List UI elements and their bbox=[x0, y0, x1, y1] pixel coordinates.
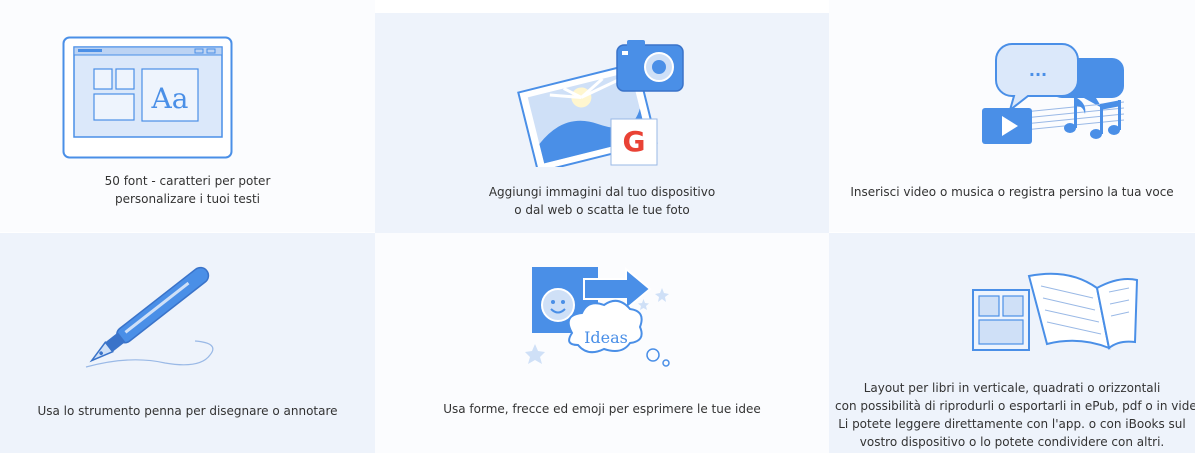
feature-caption: 50 font - caratteri per poter personaliz… bbox=[0, 172, 375, 208]
feature-caption: Usa forme, frecce ed emoji per esprimere… bbox=[375, 400, 829, 418]
feature-caption: Inserisci video o musica o registra pers… bbox=[829, 183, 1195, 201]
caption-line: 50 font - caratteri per poter bbox=[104, 174, 271, 188]
ideas-text: Ideas bbox=[584, 328, 628, 347]
caption-line: Usa lo strumento penna per disegnare o a… bbox=[37, 404, 338, 418]
caption-line: personalizare i tuoi testi bbox=[114, 192, 260, 206]
video-music-chat-icon: ... bbox=[974, 40, 1134, 155]
chat-ellipsis: ... bbox=[1029, 61, 1047, 80]
book-layout-icon bbox=[969, 268, 1139, 368]
caption-line: o dal web o scatta le tue foto bbox=[514, 203, 690, 217]
caption-line: Layout per libri in verticale, quadrati … bbox=[863, 381, 1161, 395]
google-logo-text: G bbox=[623, 125, 646, 158]
feature-tile-fonts: Aa 50 font - caratteri per poter persona… bbox=[0, 0, 375, 232]
feature-tile-shapes: Ideas Usa forme, frecce ed emoji per esp… bbox=[375, 233, 829, 453]
shapes-arrows-emoji-icon: Ideas bbox=[520, 263, 680, 373]
caption-line: Aggiungi immagini dal tuo dispositivo bbox=[488, 185, 716, 199]
feature-tile-books: Layout per libri in verticale, quadrati … bbox=[829, 233, 1195, 453]
caption-line: Usa forme, frecce ed emoji per esprimere… bbox=[443, 402, 761, 416]
font-sample-text: Aa bbox=[151, 82, 189, 115]
feature-grid: Aa 50 font - caratteri per poter persona… bbox=[0, 0, 1195, 453]
feature-tile-media: ... Inserisci video o musica o registra … bbox=[829, 0, 1195, 232]
feature-caption: Usa lo strumento penna per disegnare o a… bbox=[0, 402, 375, 420]
caption-line: Li potete leggere direttamente con l'app… bbox=[838, 417, 1186, 431]
feature-tile-pen: Usa lo strumento penna per disegnare o a… bbox=[0, 233, 375, 453]
feature-caption: Layout per libri in verticale, quadrati … bbox=[829, 379, 1195, 451]
camera-photo-google-icon: G bbox=[515, 37, 695, 167]
font-window-icon: Aa bbox=[62, 36, 234, 160]
caption-line: vostro dispositivo o lo potete condivide… bbox=[859, 435, 1165, 449]
fountain-pen-icon bbox=[70, 255, 230, 385]
caption-line: con possibilità di riprodurli o esportar… bbox=[835, 399, 1195, 413]
feature-caption: Aggiungi immagini dal tuo dispositivo o … bbox=[375, 183, 829, 219]
feature-tile-images: G Aggiungi immagini dal tuo dispositivo … bbox=[375, 13, 829, 233]
caption-line: Inserisci video o musica o registra pers… bbox=[850, 185, 1174, 199]
